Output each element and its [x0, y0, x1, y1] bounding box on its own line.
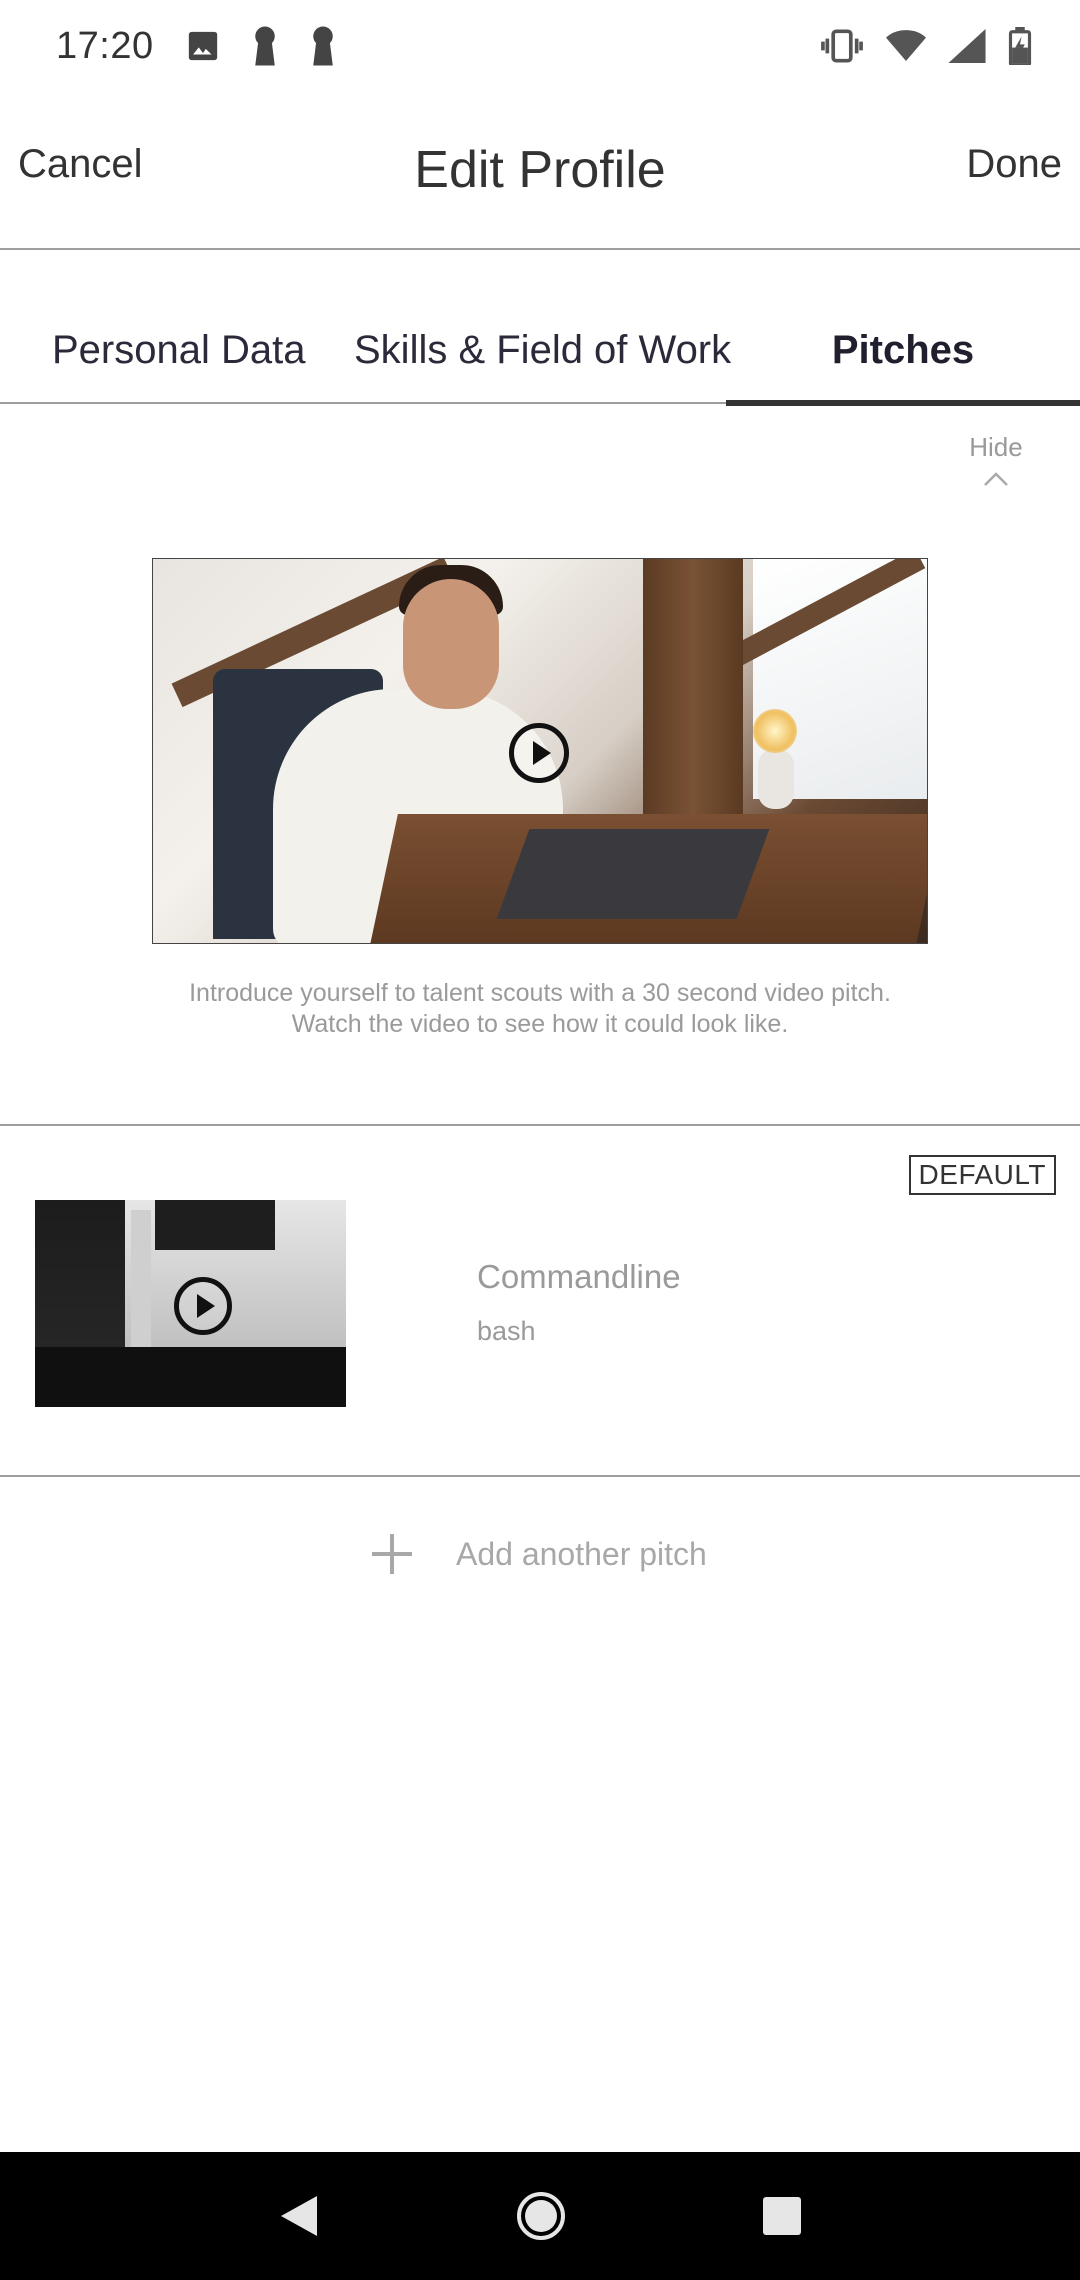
status-left: 17:20 [56, 25, 336, 68]
play-icon[interactable] [509, 723, 569, 783]
example-video[interactable] [152, 558, 928, 944]
home-icon[interactable] [516, 2191, 566, 2241]
wifi-icon [886, 29, 926, 63]
intro-line-2: Watch the video to see how it could look… [291, 1010, 789, 1038]
intro-line-1: Introduce yourself to talent scouts with… [189, 979, 891, 1007]
thumbnail-scene-screen [125, 1200, 346, 1360]
play-icon[interactable] [174, 1277, 232, 1335]
keyhole-icon [310, 26, 336, 66]
recents-icon[interactable] [761, 2195, 803, 2237]
pitch-title[interactable]: Commandline [477, 1258, 681, 1296]
divider [0, 1475, 1080, 1477]
image-icon [186, 29, 220, 63]
add-pitch-label: Add another pitch [456, 1535, 707, 1572]
video-scene-lamp-light [753, 709, 797, 753]
hide-toggle[interactable]: Hide [956, 432, 1036, 487]
status-time: 17:20 [56, 24, 154, 67]
default-badge: DEFAULT [908, 1155, 1056, 1195]
status-right [820, 27, 1032, 65]
thumbnail-scene-terminal [155, 1200, 275, 1250]
intro-text: Introduce yourself to talent scouts with… [150, 978, 930, 1040]
vibrate-icon [820, 28, 864, 64]
divider [0, 1124, 1080, 1126]
keyhole-icon [252, 26, 278, 66]
video-scene-lamp [758, 749, 794, 809]
tab-skills-field-of-work[interactable]: Skills & Field of Work [354, 328, 731, 373]
tab-pitches[interactable]: Pitches [726, 328, 1080, 373]
tab-personal-data[interactable]: Personal Data [52, 328, 305, 373]
page-title: Edit Profile [414, 141, 666, 199]
hide-label: Hide [969, 432, 1023, 462]
video-scene-laptop [496, 829, 770, 919]
done-button[interactable]: Done [966, 142, 1062, 187]
video-scene-pillar [643, 559, 743, 819]
back-icon[interactable] [277, 2192, 321, 2240]
signal-icon [948, 29, 986, 63]
chevron-up-icon [984, 472, 1008, 486]
app-bar: Cancel Edit Profile Done [0, 92, 1080, 250]
tab-selected-indicator [726, 400, 1080, 406]
video-scene-head [403, 579, 499, 709]
pitch-subtitle: bash [477, 1316, 536, 1346]
system-nav-bar [0, 2152, 1080, 2280]
add-pitch-button[interactable]: Add another pitch [370, 1532, 707, 1576]
battery-charging-icon [1008, 27, 1032, 65]
thumbnail-scene-column [131, 1210, 151, 1350]
status-bar: 17:20 [0, 0, 1080, 92]
plus-icon [370, 1532, 414, 1576]
thumbnail-scene-floor [35, 1347, 346, 1407]
tab-bar: Personal Data Skills & Field of Work Pit… [0, 310, 1080, 406]
pitch-video-thumbnail[interactable] [35, 1200, 346, 1407]
